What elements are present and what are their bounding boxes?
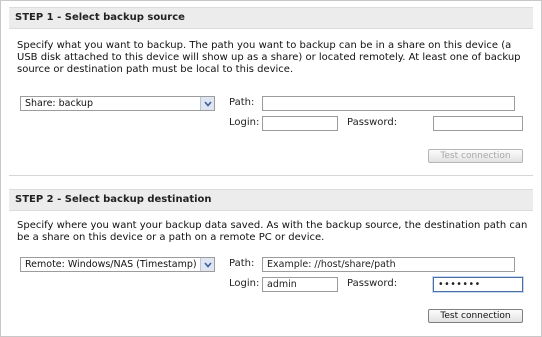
step1-header: STEP 1 - Select backup source xyxy=(9,7,533,29)
step1-description: Specify what you want to backup. The pat… xyxy=(17,40,521,75)
destination-password-label: Password: xyxy=(347,278,398,289)
backup-wizard-panel: STEP 1 - Select backup source Specify wh… xyxy=(0,0,542,337)
section-divider xyxy=(9,175,533,176)
source-login-label: Login: xyxy=(229,117,260,128)
backup-destination-select-value: Remote: Windows/NAS (Timestamp) xyxy=(25,259,197,270)
source-password-input[interactable] xyxy=(433,116,523,131)
destination-path-input[interactable]: Example: //host/share/path xyxy=(262,257,515,272)
step2-header: STEP 2 - Select backup destination xyxy=(9,189,533,211)
backup-source-select-value: Share: backup xyxy=(25,98,93,109)
destination-test-connection-button[interactable]: Test connection xyxy=(428,309,523,323)
destination-password-input[interactable]: ••••••• xyxy=(433,277,523,292)
backup-source-select[interactable]: Share: backup xyxy=(20,96,215,111)
source-path-label: Path: xyxy=(229,97,255,108)
backup-destination-select[interactable]: Remote: Windows/NAS (Timestamp) xyxy=(20,257,215,272)
source-login-input[interactable] xyxy=(262,116,338,131)
source-path-input[interactable] xyxy=(262,96,515,111)
destination-path-label: Path: xyxy=(229,258,255,269)
chevron-down-icon[interactable] xyxy=(200,258,214,271)
source-password-label: Password: xyxy=(347,117,398,128)
destination-login-input[interactable]: admin xyxy=(262,277,338,292)
destination-login-label: Login: xyxy=(229,278,260,289)
chevron-down-icon[interactable] xyxy=(200,97,214,110)
source-test-connection-button[interactable]: Test connection xyxy=(428,149,523,163)
step2-description: Specify where you want your backup data … xyxy=(17,220,528,243)
